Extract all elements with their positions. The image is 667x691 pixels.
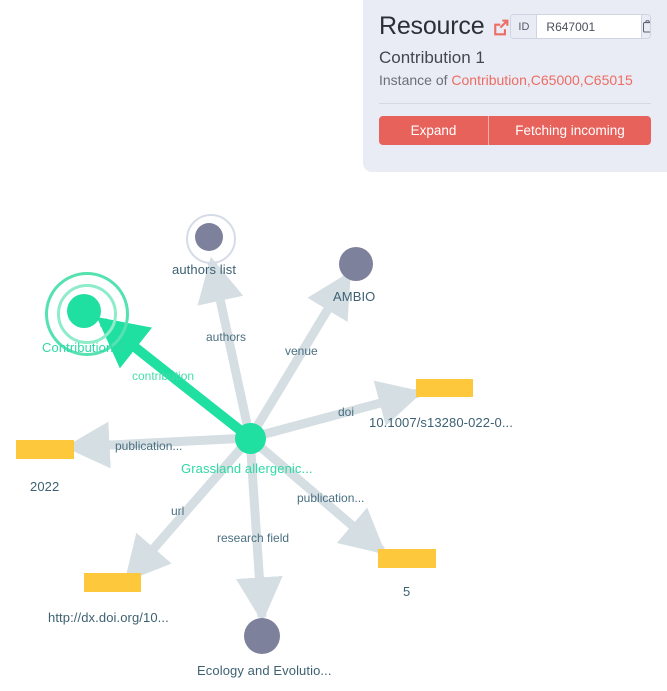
node-contribution1[interactable]: [67, 294, 101, 328]
panel-divider: [379, 103, 651, 104]
panel-action-buttons: Expand Fetching incoming: [379, 116, 651, 145]
edge-url[interactable]: [128, 438, 250, 578]
resource-instance-of: Instance of Contribution,C65000,C65015: [379, 71, 651, 89]
instance-of-prefix: Instance of: [379, 72, 451, 88]
node-label-paper: Grassland allergenic...: [181, 461, 313, 476]
instance-of-classes-link[interactable]: Contribution,C65000,C65015: [451, 72, 632, 88]
node-label-doi-literal: 10.1007/s13280-022-0...: [369, 415, 513, 430]
node-label-year-literal: 2022: [30, 479, 59, 494]
edge-label-publication-month: publication...: [297, 491, 364, 505]
node-label-contribution1: Contribution 1: [42, 340, 124, 355]
node-doi-literal[interactable]: [416, 379, 473, 397]
node-url-literal[interactable]: [84, 573, 141, 592]
resource-id-group: ID R647001: [510, 14, 651, 39]
fetching-incoming-button[interactable]: Fetching incoming: [489, 116, 651, 145]
resource-name: Contribution 1: [379, 48, 651, 68]
node-paper[interactable]: [235, 423, 266, 454]
expand-button[interactable]: Expand: [379, 116, 489, 145]
page-title: Resource: [379, 14, 484, 39]
edge-label-authors: authors: [206, 330, 246, 344]
resource-id-value[interactable]: R647001: [537, 15, 641, 38]
node-label-authors-list: authors list: [172, 262, 236, 277]
edge-label-url: url: [171, 504, 184, 518]
edge-label-contribution: contribution: [132, 369, 194, 383]
edge-label-venue: venue: [285, 344, 318, 358]
node-label-ambio: AMBIO: [333, 289, 375, 304]
resource-id-label: ID: [511, 15, 537, 38]
node-label-research-field: Ecology and Evolutio...: [197, 663, 332, 678]
resource-panel-header: Resource ID R647001: [379, 14, 651, 39]
edge-label-publication-year: publication...: [115, 439, 182, 453]
node-ambio[interactable]: [339, 247, 373, 281]
external-link-icon[interactable]: [492, 18, 510, 36]
clipboard-icon[interactable]: [641, 15, 651, 38]
node-label-month-literal: 5: [403, 584, 410, 599]
resource-info-panel: Resource ID R647001 Contribution 1 Insta…: [363, 0, 667, 172]
edge-label-research-field: research field: [217, 531, 289, 545]
node-label-url-literal: http://dx.doi.org/10...: [48, 610, 169, 625]
node-year-literal[interactable]: [16, 440, 74, 459]
node-research-field[interactable]: [244, 618, 280, 654]
edge-label-doi: doi: [338, 405, 354, 419]
node-month-literal[interactable]: [378, 549, 436, 568]
node-authors-list[interactable]: [195, 223, 223, 251]
